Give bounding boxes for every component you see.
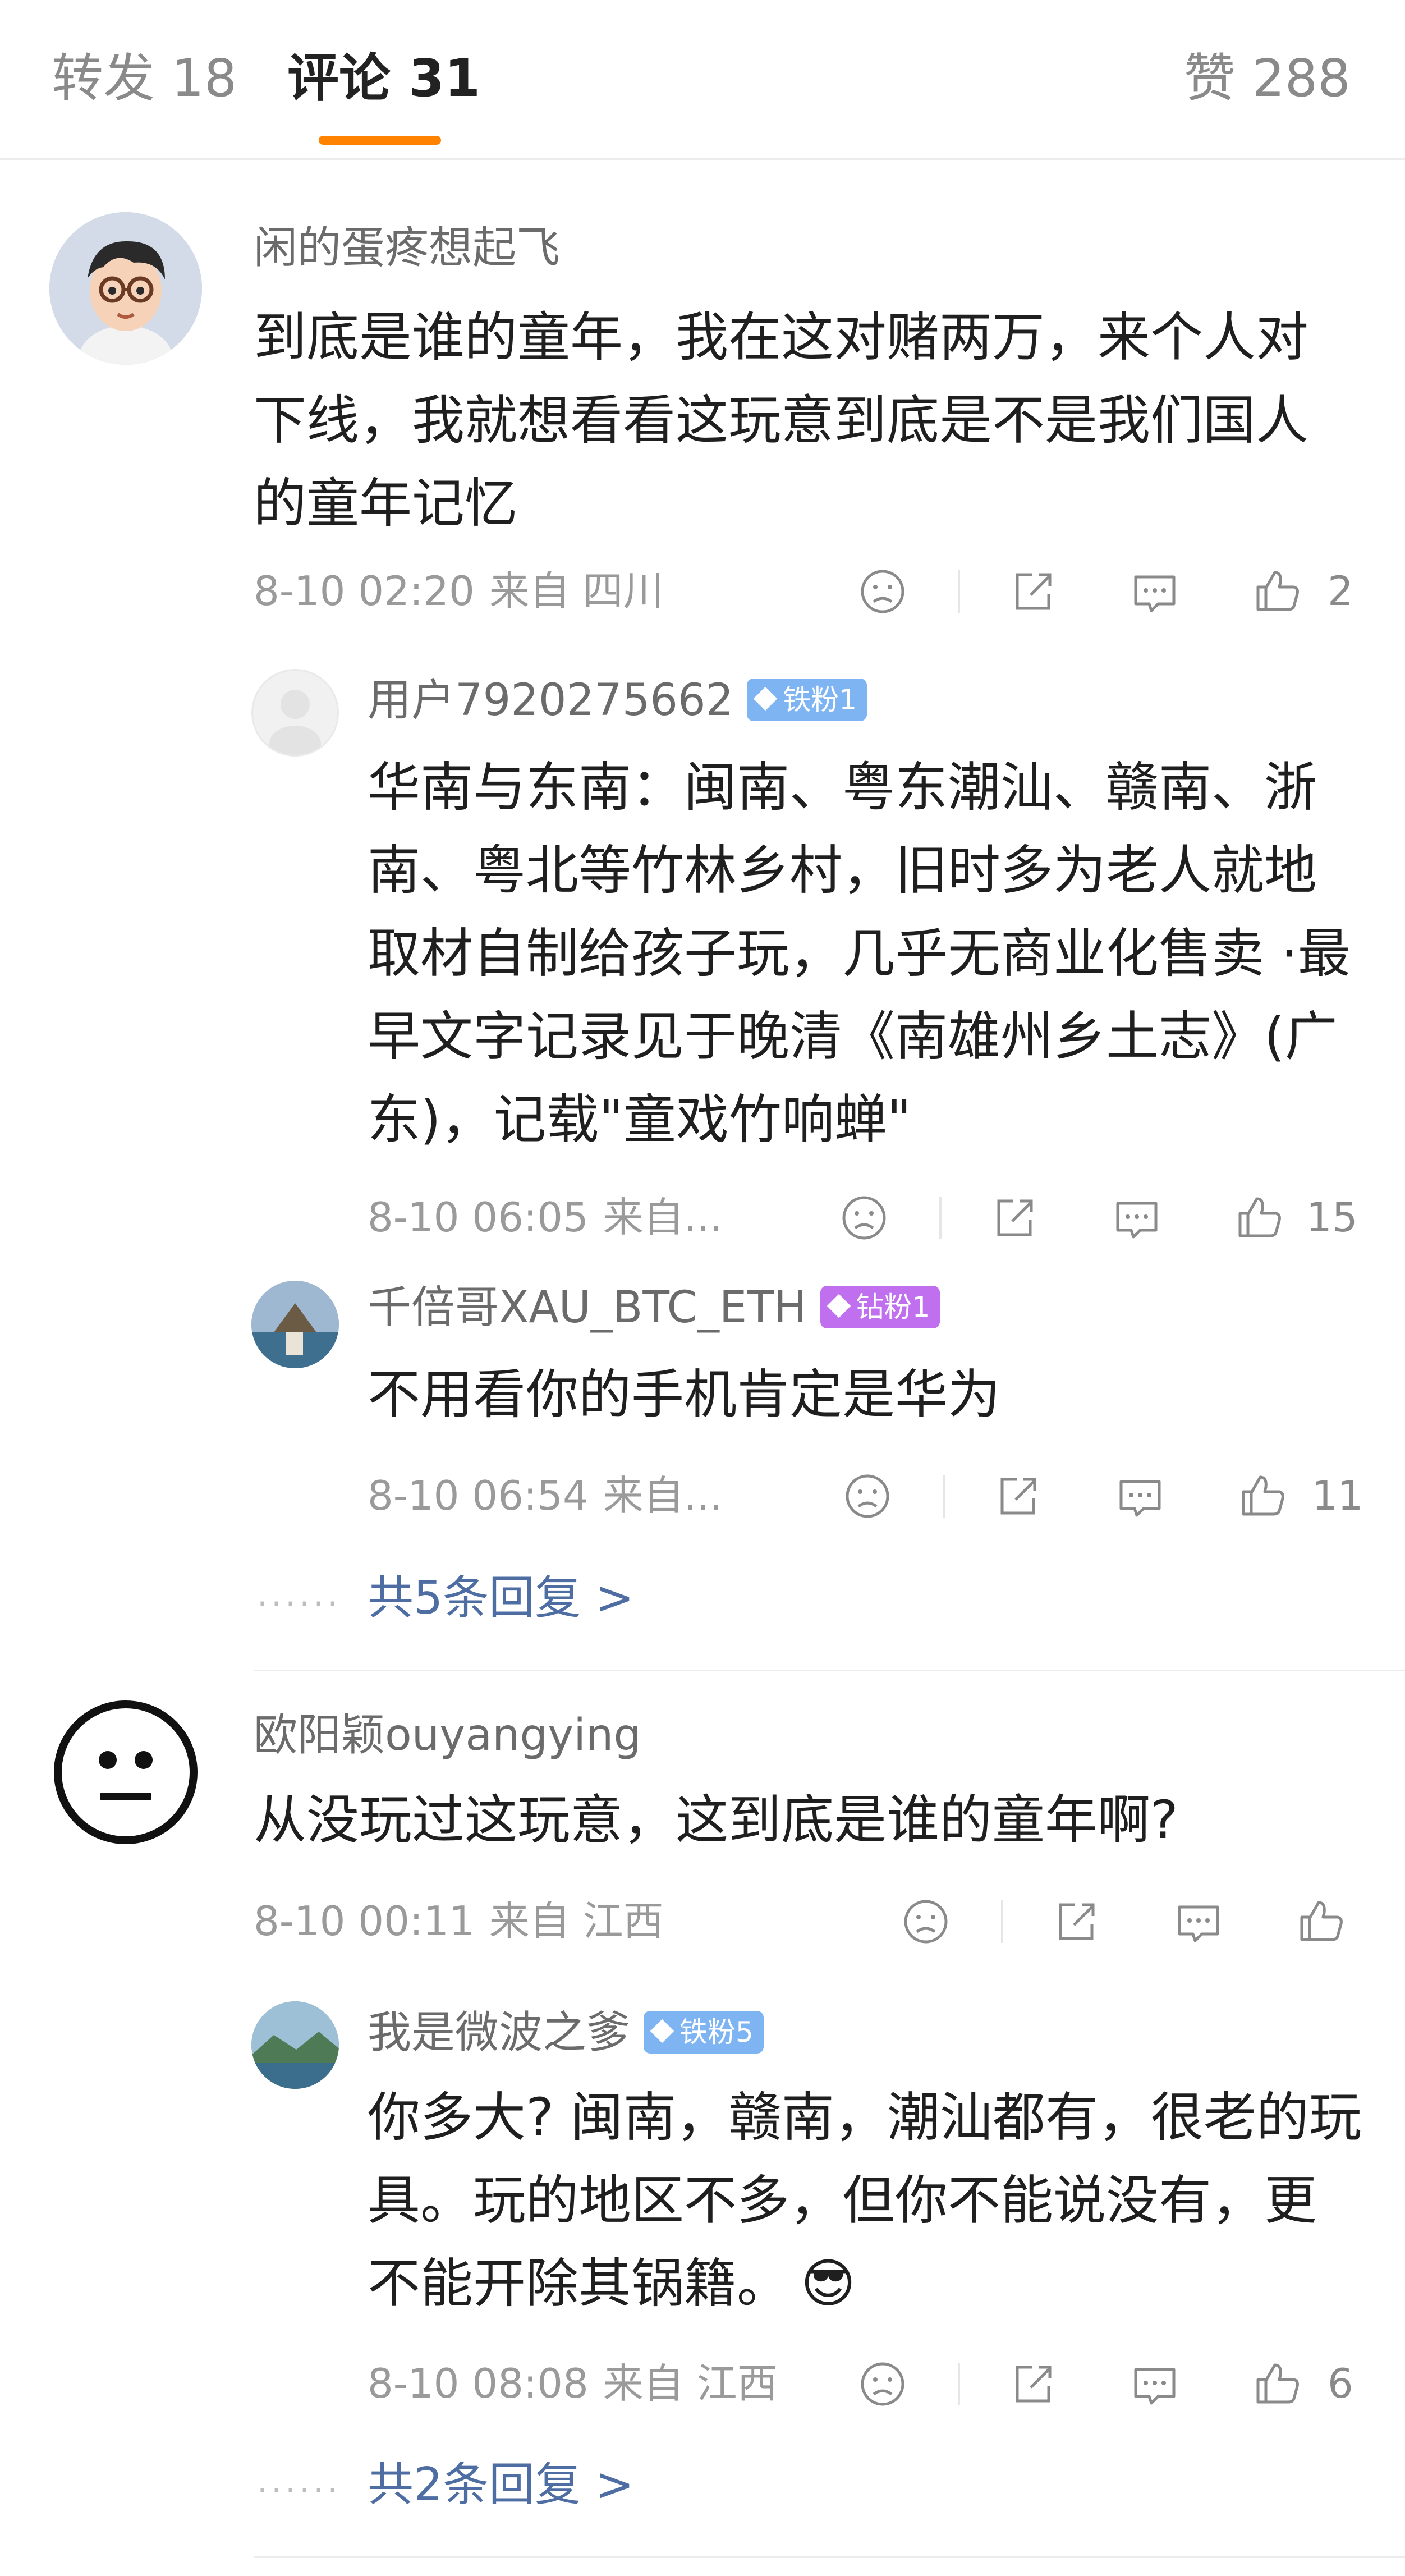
reply-time: 8-10 08:08: [368, 2360, 589, 2407]
reply-time: 8-10 06:05: [368, 1194, 589, 1241]
fan-badge-label: 钻粉1: [856, 1290, 930, 1323]
reply-username-text[interactable]: 用户7920275662: [368, 675, 733, 726]
reply-text: 华南与东南：闽南、粤东潮汕、赣南、浙南、粤北等竹林乡村，旧时多为老人就地取材自制…: [368, 757, 1351, 1151]
sad-face-icon[interactable]: [841, 1469, 894, 1523]
action-separator: [1001, 1900, 1003, 1943]
reply-meta: 8-10 06:05 来自...: [368, 1192, 737, 1243]
comment-icon[interactable]: [1128, 2357, 1182, 2411]
action-separator: [958, 570, 960, 613]
share-icon[interactable]: [1049, 1895, 1103, 1949]
thumbs-up-icon[interactable]: [1232, 1190, 1286, 1244]
share-icon[interactable]: [1006, 2357, 1060, 2411]
more-replies-dots: ......: [257, 1575, 342, 1614]
comment-location: 来自 江西: [489, 1897, 664, 1945]
comment-username[interactable]: 闲的蛋疼想起飞: [254, 220, 560, 276]
reply-username[interactable]: 千倍哥XAU_BTC_ETH 钻粉1: [368, 1280, 940, 1336]
action-separator: [939, 1197, 942, 1239]
reply-text: 不用看你的手机肯定是华为: [368, 1364, 1001, 1425]
like-count: 15: [1306, 1194, 1358, 1241]
tab-active-indicator: [319, 136, 441, 145]
view-more-replies-link[interactable]: 共2条回复 >: [368, 2457, 634, 2513]
reply-meta: 8-10 08:08 来自 江西: [368, 2358, 792, 2409]
reply-avatar[interactable]: [251, 669, 339, 757]
share-icon[interactable]: [988, 1191, 1041, 1245]
reply-time: 8-10 06:54: [368, 1472, 589, 1519]
thumbs-up-icon[interactable]: [1236, 1468, 1289, 1522]
reply-username-text[interactable]: 我是微波之爹: [368, 2007, 630, 2058]
comment-meta: 8-10 02:20 来自 四川: [254, 566, 678, 616]
diamond-icon: [827, 1294, 851, 1318]
comment-text: 到底是谁的童年，我在这对赌两万，来个人对下线，我就想看看这玩意到底是不是我们国人…: [254, 307, 1309, 534]
more-replies-dots: ......: [257, 2462, 342, 2501]
comment-text: 从没玩过这玩意，这到底是谁的童年啊?: [254, 1790, 1178, 1851]
fan-badge: 钻粉1: [820, 1285, 940, 1328]
view-more-replies-link[interactable]: 共5条回复 >: [368, 1570, 634, 1626]
share-icon[interactable]: [991, 1469, 1045, 1523]
action-separator: [943, 1475, 945, 1518]
comment-icon[interactable]: [1172, 1895, 1225, 1949]
fan-badge-label: 铁粉1: [783, 683, 857, 716]
like-count: 6: [1328, 2360, 1353, 2407]
avatar[interactable]: [49, 212, 202, 365]
fan-badge-label: 铁粉5: [679, 2015, 754, 2048]
reply-location: 来自...: [603, 1472, 723, 1519]
comment-icon[interactable]: [1113, 1469, 1167, 1523]
sad-face-icon[interactable]: [856, 2357, 910, 2411]
diamond-icon: [754, 686, 778, 711]
action-separator: [958, 2363, 960, 2405]
comment-divider: [254, 2556, 1405, 2558]
comment-time: 8-10 00:11: [254, 1897, 475, 1945]
comment-time: 8-10 02:20: [254, 567, 475, 615]
diamond-icon: [650, 2019, 674, 2043]
thumbs-up-icon[interactable]: [1294, 1894, 1348, 1947]
like-count: 11: [1312, 1472, 1363, 1519]
sad-face-icon[interactable]: [837, 1191, 891, 1245]
tab-bar: 转发 18 评论 31 赞 288: [0, 0, 1405, 160]
like-count: 2: [1328, 567, 1353, 615]
comment-location: 来自 四川: [489, 567, 664, 615]
reply-meta: 8-10 06:54 来自...: [368, 1470, 737, 1521]
reply-username-text[interactable]: 千倍哥XAU_BTC_ETH: [368, 1282, 807, 1333]
thumbs-up-icon[interactable]: [1250, 563, 1304, 617]
reply-text: 你多大? 闽南，赣南，潮汕都有，很老的玩具。玩的地区不多，但你不能说没有，更不能…: [368, 2077, 1366, 2326]
fan-badge: 铁粉5: [644, 2010, 764, 2054]
avatar[interactable]: [54, 1700, 198, 1844]
sunglasses-emoji: 😎: [801, 2253, 856, 2314]
thumbs-up-icon[interactable]: [1250, 2356, 1304, 2410]
reply-avatar[interactable]: [251, 1281, 339, 1368]
reply-username[interactable]: 我是微波之爹 铁粉5: [368, 2005, 764, 2061]
comment-icon[interactable]: [1110, 1191, 1164, 1245]
sad-face-icon[interactable]: [856, 565, 910, 618]
sad-face-icon[interactable]: [899, 1895, 953, 1949]
tab-likes[interactable]: 赞 288: [1184, 48, 1351, 109]
reply-text-body: 你多大? 闽南，赣南，潮汕都有，很老的玩具。玩的地区不多，但你不能说没有，更不能…: [368, 2087, 1362, 2314]
tab-comments[interactable]: 评论 31: [287, 48, 480, 109]
reply-username[interactable]: 用户7920275662 铁粉1: [368, 672, 867, 728]
fan-badge: 铁粉1: [747, 678, 867, 721]
comment-username[interactable]: 欧阳颖ouyangying: [254, 1707, 641, 1763]
reply-avatar[interactable]: [251, 2001, 339, 2089]
comment-icon[interactable]: [1128, 565, 1182, 618]
tab-repost[interactable]: 转发 18: [52, 48, 237, 109]
reply-location: 来自 江西: [603, 2360, 778, 2407]
share-icon[interactable]: [1006, 565, 1060, 618]
comment-divider: [254, 1670, 1405, 1671]
reply-location: 来自...: [603, 1194, 723, 1241]
comment-meta: 8-10 00:11 来自 江西: [254, 1896, 678, 1946]
